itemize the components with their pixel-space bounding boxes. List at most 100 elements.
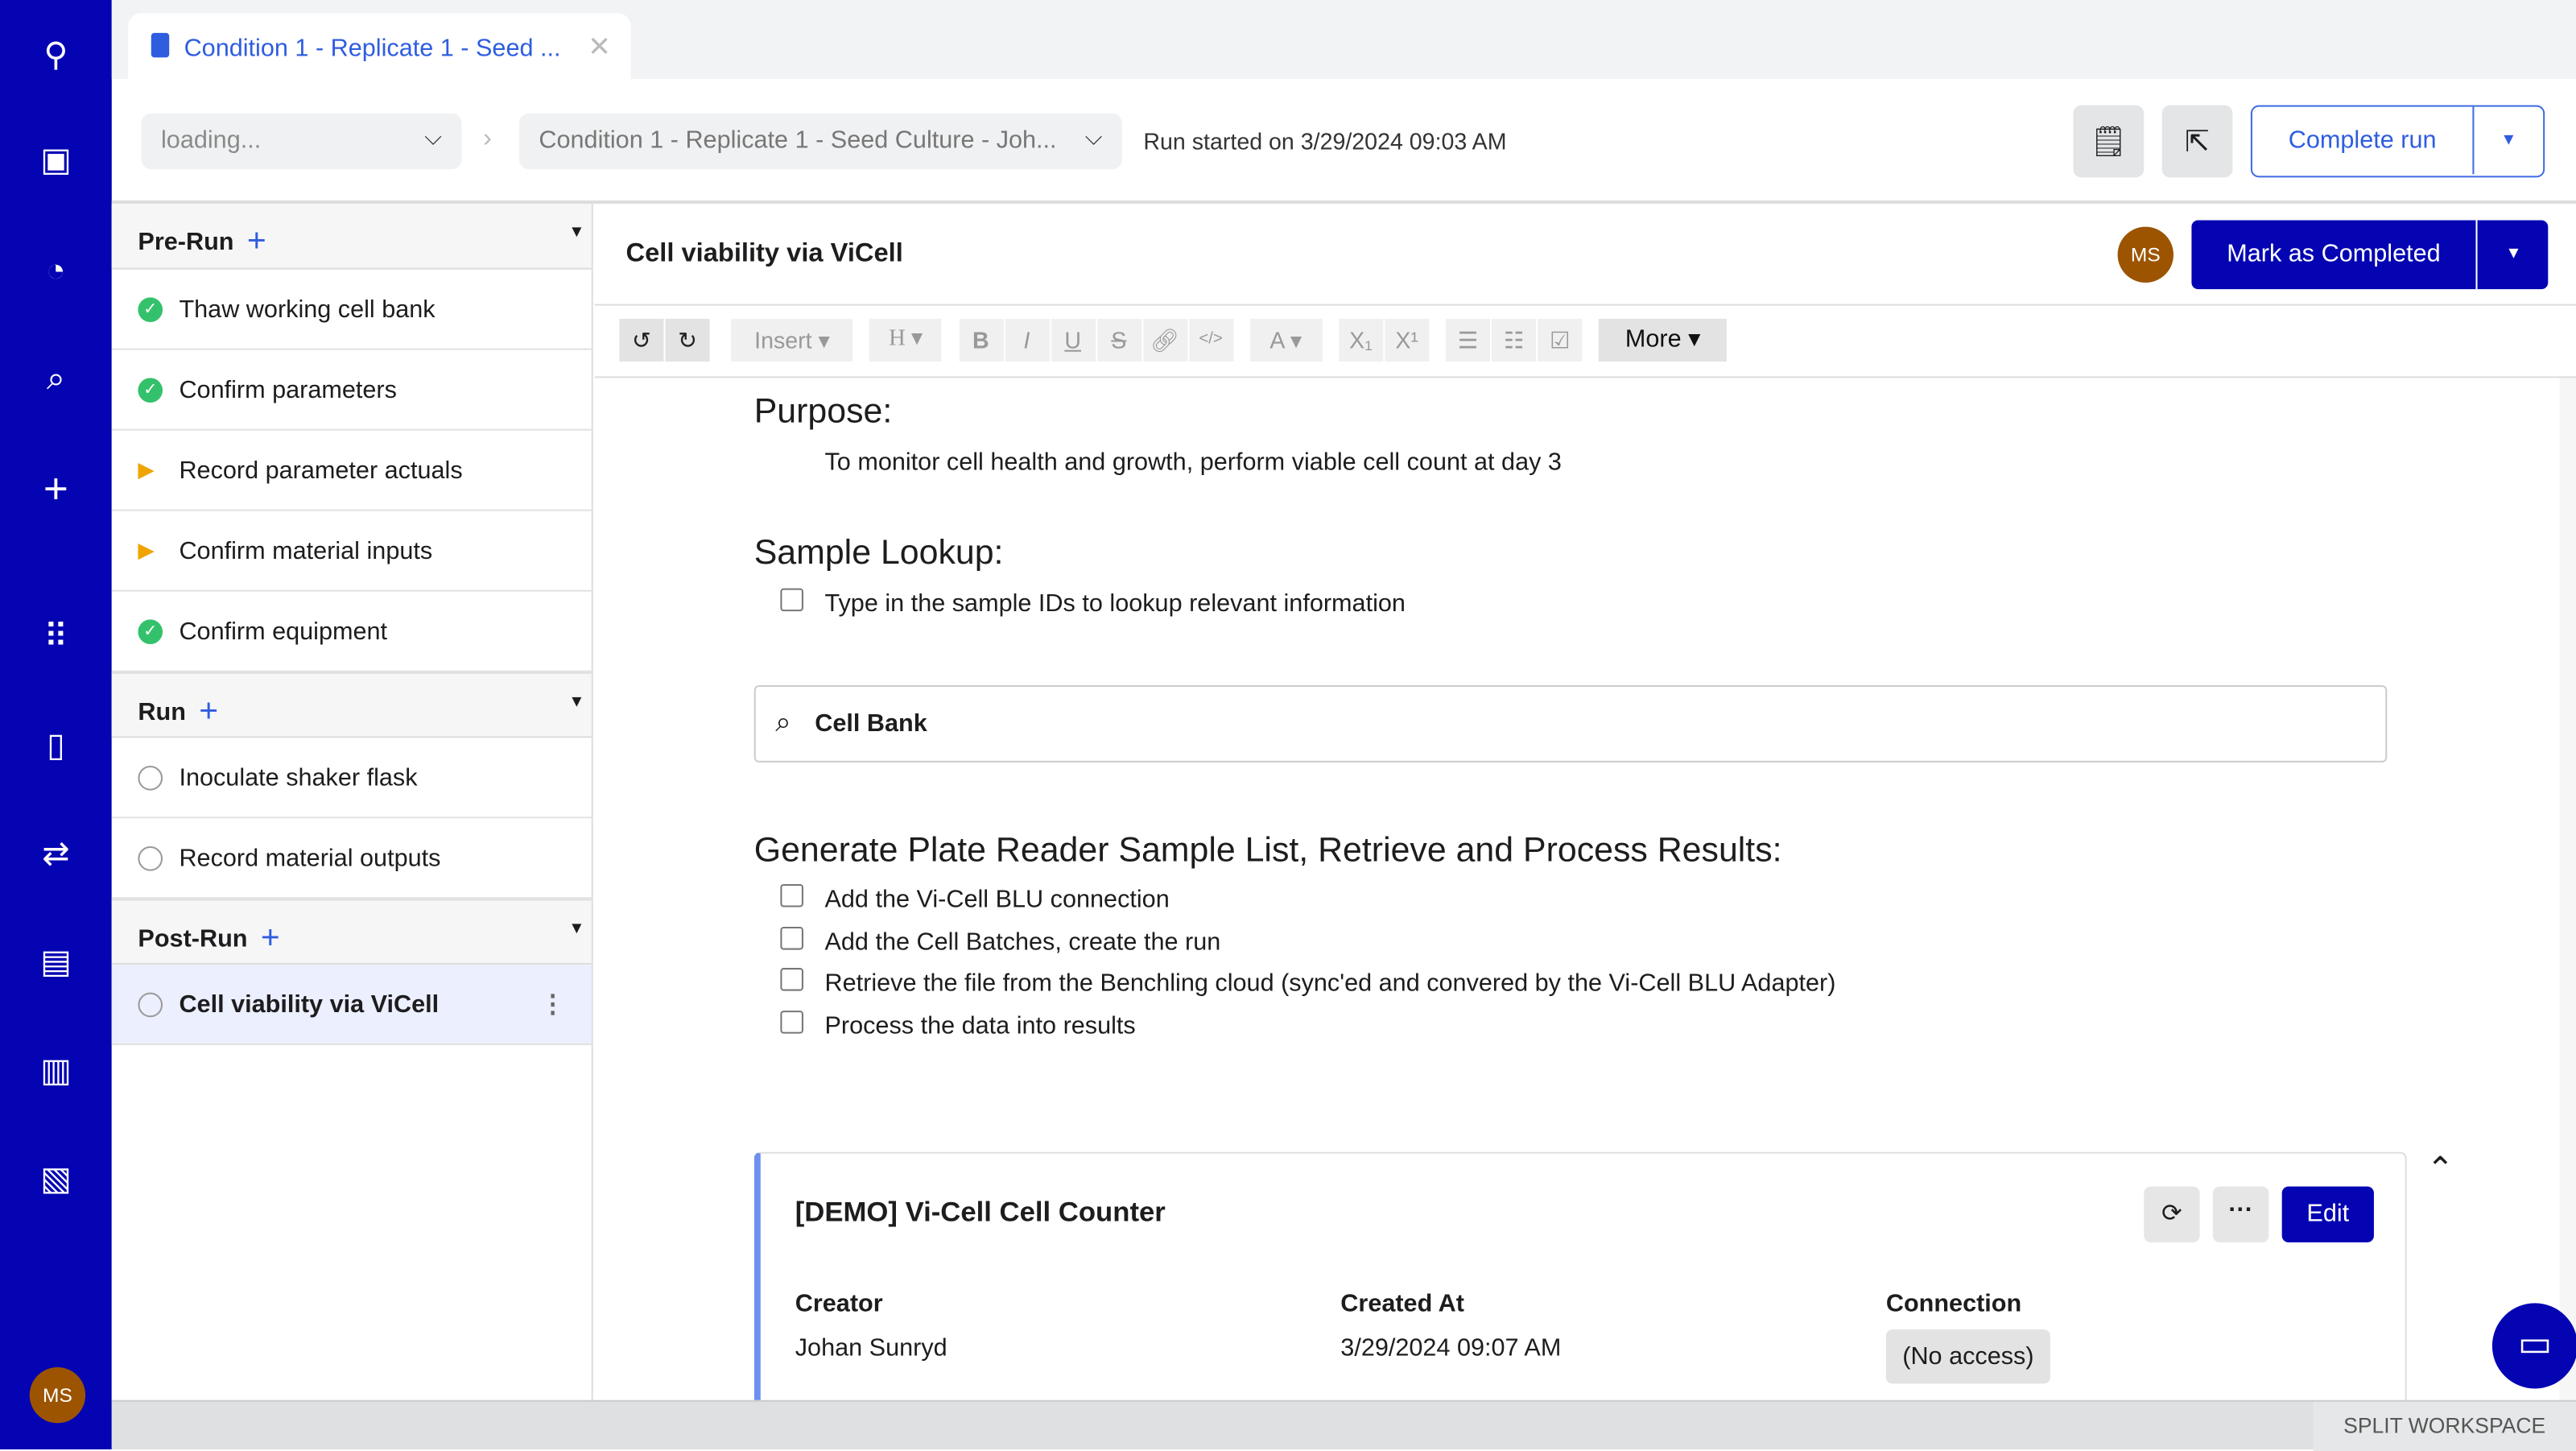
global-nav: ⚲ ▣ ◔ ⌕ + ⠿ ▯ ⇄ ▤ ▥ ▧ MS [0, 0, 112, 1449]
add-step-icon[interactable]: + [261, 920, 280, 957]
bullet-list-icon[interactable]: ☰ [1445, 318, 1491, 362]
task-text: Process the data into results [824, 1011, 1136, 1040]
strikethrough-button[interactable]: S [1096, 318, 1141, 362]
collapse-chevron-up-icon[interactable]: ⌃ [2426, 1149, 2454, 1190]
check-circle-icon: ✓ [138, 296, 163, 321]
user-avatar[interactable]: MS [29, 1366, 86, 1424]
inventory-icon[interactable]: ▧ [36, 1160, 76, 1200]
section-label: Post-Run [138, 924, 248, 953]
lookup-task-text: Type in the sample IDs to lookup relevan… [824, 589, 1406, 618]
assignee-avatar[interactable]: MS [2117, 226, 2174, 283]
search-icon[interactable]: ⌕ [36, 360, 76, 399]
connection-badge[interactable]: (No access) [1885, 1329, 2050, 1384]
search-value: Cell Bank [815, 709, 927, 738]
edit-button[interactable]: Edit [2281, 1186, 2374, 1242]
card-title: [DEMO] Vi-Cell Cell Counter [795, 1196, 1166, 1228]
code-icon[interactable]: </> [1188, 318, 1233, 362]
briefcase-icon[interactable]: ▣ [36, 142, 76, 181]
logo-icon[interactable]: ⚲ [36, 36, 76, 76]
font-color-label: A [1269, 327, 1284, 353]
schedule-history-button[interactable]: 🗒 [2073, 105, 2145, 178]
mark-completed-dropdown-icon[interactable]: ▼ [2479, 220, 2549, 289]
step-item[interactable]: ▶ Record parameter actuals [111, 431, 592, 511]
chevron-down-icon: ⌵ [1084, 123, 1103, 150]
empty-circle-icon [138, 991, 163, 1017]
task-checkbox[interactable] [780, 925, 803, 949]
creator-label: Creator [795, 1290, 883, 1318]
caret-down-icon[interactable]: ▼ [568, 224, 584, 242]
step-item[interactable]: Cell viability via ViCell ⋮ [111, 964, 592, 1045]
step-item[interactable]: ✓ Thaw working cell bank [111, 270, 592, 350]
step-item[interactable]: ✓ Confirm parameters [111, 350, 592, 431]
task-checkbox[interactable] [780, 968, 803, 991]
more-dropdown[interactable]: More ▾ [1599, 318, 1728, 362]
tab-entry[interactable]: Condition 1 - Replicate 1 - Seed ... ✕ [128, 13, 631, 83]
document-icon [151, 32, 170, 58]
caret-down-icon[interactable]: ▼ [568, 920, 584, 938]
task-checkbox[interactable] [780, 883, 803, 907]
bold-button[interactable]: B [958, 318, 1003, 362]
mark-completed-button[interactable]: Mark as Completed [2191, 220, 2478, 290]
check-circle-icon: ✓ [138, 377, 163, 402]
project-select[interactable]: loading... ⌵ [141, 113, 462, 170]
step-item[interactable]: Record material outputs [111, 818, 592, 899]
underline-button[interactable]: U [1051, 318, 1096, 362]
notebook-icon[interactable]: ▯ [36, 726, 76, 766]
complete-run-dropdown-icon[interactable]: ▼ [2475, 107, 2541, 175]
complete-run-button[interactable]: Complete run [2252, 106, 2475, 175]
link-icon[interactable]: 🔗︎ [1142, 318, 1187, 362]
sample-search-input[interactable]: ⌕ Cell Bank [753, 685, 2388, 763]
undo-button[interactable]: ↺ [619, 318, 664, 362]
font-color-dropdown[interactable]: A ▾ [1249, 318, 1323, 362]
subscript-button[interactable]: X₁ [1338, 318, 1384, 362]
add-step-icon[interactable]: + [247, 224, 266, 260]
checklist-icon[interactable]: ☑ [1538, 318, 1583, 362]
more-options-button[interactable]: ··· [2212, 1186, 2269, 1242]
step-item[interactable]: Inoculate shaker flask [111, 738, 592, 819]
add-step-icon[interactable]: + [199, 693, 218, 730]
generate-heading: Generate Plate Reader Sample List, Retri… [753, 831, 1782, 870]
step-label: Inoculate shaker flask [179, 763, 418, 792]
section-header-pre-run[interactable]: Pre-Run + ▼ [111, 204, 592, 270]
document-pane: Cell viability via ViCell MS Mark as Com… [594, 204, 2576, 1416]
caret-down-icon[interactable]: ▼ [568, 693, 584, 711]
in-progress-icon: ▶ [138, 457, 155, 482]
entry-select-value: Condition 1 - Replicate 1 - Seed Culture… [539, 126, 1057, 155]
insert-dropdown[interactable]: Insert ▾ [731, 318, 853, 362]
split-workspace-button[interactable]: SPLIT WORKSPACE [2313, 1401, 2576, 1451]
lookup-checkbox[interactable] [780, 588, 803, 612]
workflow-icon[interactable]: ⇄ [36, 835, 76, 874]
run-started-text: Run started on 3/29/2024 09:03 AM [1143, 128, 1507, 155]
analytics-icon[interactable]: ▥ [36, 1052, 76, 1091]
step-label: Confirm parameters [179, 375, 397, 404]
section-header-post-run[interactable]: Post-Run + ▼ [111, 899, 592, 965]
plus-icon[interactable]: + [36, 467, 76, 510]
purpose-text: To monitor cell health and growth, perfo… [824, 449, 1562, 477]
ellipsis-icon: ··· [2228, 1196, 2253, 1225]
task-text: Add the Cell Batches, create the run [824, 928, 1221, 956]
scrollbar[interactable] [2559, 378, 2576, 1400]
section-header-run[interactable]: Run + ▼ [111, 672, 592, 738]
superscript-button[interactable]: X¹ [1385, 318, 1430, 362]
step-label: Record material outputs [179, 843, 441, 872]
mark-completed-split-button: Mark as Completed ▼ [2191, 220, 2549, 290]
redo-button[interactable]: ↻ [665, 318, 710, 362]
step-sidebar: Pre-Run + ▼ ✓ Thaw working cell bank ✓ Confirm… [111, 204, 593, 1400]
entry-select[interactable]: Condition 1 - Replicate 1 - Seed Culture… [518, 113, 1122, 170]
numbered-list-icon[interactable]: ☷ [1492, 318, 1537, 362]
close-tab-icon[interactable]: ✕ [588, 31, 611, 64]
refresh-button[interactable]: ⟳ [2144, 1186, 2200, 1242]
complete-run-split-button: Complete run ▼ [2250, 105, 2545, 178]
step-item[interactable]: ▶ Confirm material inputs [111, 511, 592, 592]
task-checkbox[interactable] [780, 1010, 803, 1033]
open-in-new-button[interactable]: ⇱ [2161, 105, 2233, 178]
heading-dropdown[interactable]: H ▾ [869, 318, 943, 362]
clipboard-check-icon[interactable]: ▤ [36, 943, 76, 982]
apps-grid-icon[interactable]: ⠿ [36, 618, 76, 657]
step-item[interactable]: ✓ Confirm equipment [111, 592, 592, 672]
kebab-menu-icon[interactable]: ⋮ [540, 990, 565, 1019]
chat-button[interactable]: ▭ [2491, 1303, 2576, 1389]
toolbar-divider [594, 376, 2576, 378]
dashboard-icon[interactable]: ◔ [36, 251, 76, 291]
italic-button[interactable]: I [1004, 318, 1050, 362]
